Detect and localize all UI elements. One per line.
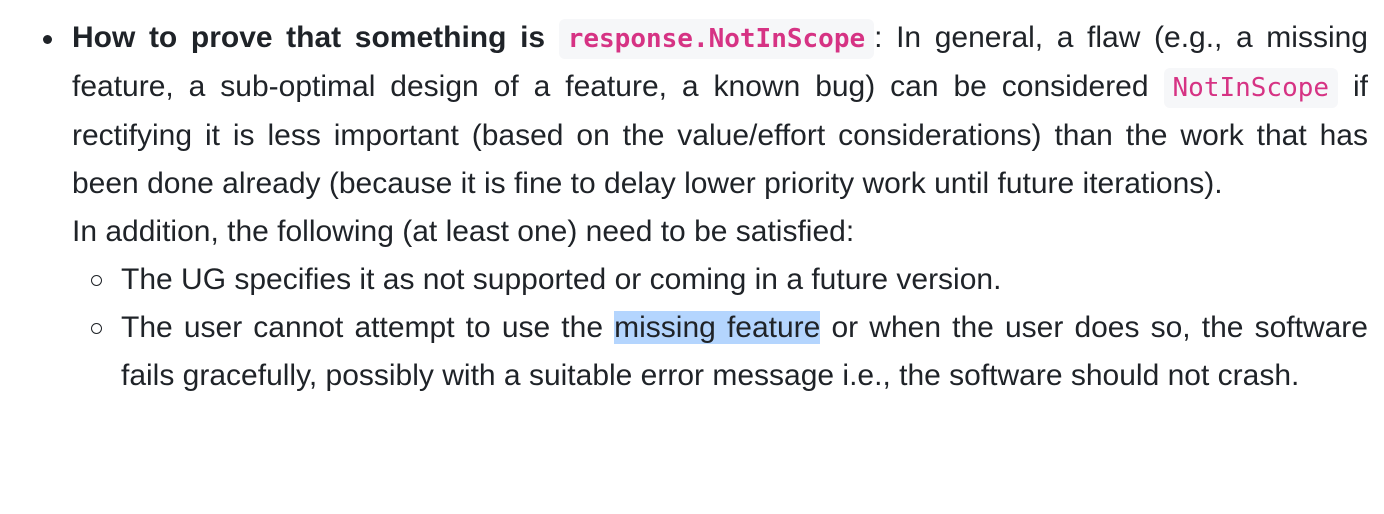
addition-text: In addition, the following (at least one… [72,215,855,248]
document-page: How to prove that something is response.… [0,0,1384,514]
list-item: How to prove that something is response.… [43,14,1368,400]
sub-list-item: The UG specifies it as not supported or … [91,256,1368,304]
sub-list: The UG specifies it as not supported or … [72,256,1368,400]
circle-bullet-icon [91,323,102,334]
lead-text: How to prove that something is [72,21,546,54]
bullet-dot-icon [43,35,52,44]
selected-text-highlight[interactable]: missing feature [614,311,821,344]
sub-item-text-before: The user cannot attempt to use the [121,311,604,344]
inline-code-notinscope: NotInScope [1163,68,1339,108]
sub-item-text: The UG specifies it as not supported or … [121,263,1002,296]
bullet-list: How to prove that something is response.… [43,14,1368,400]
inline-code-response-notinscope: response.NotInScope [558,19,875,59]
circle-bullet-icon [91,275,102,286]
sub-list-item: The user cannot attempt to use the missi… [91,304,1368,400]
